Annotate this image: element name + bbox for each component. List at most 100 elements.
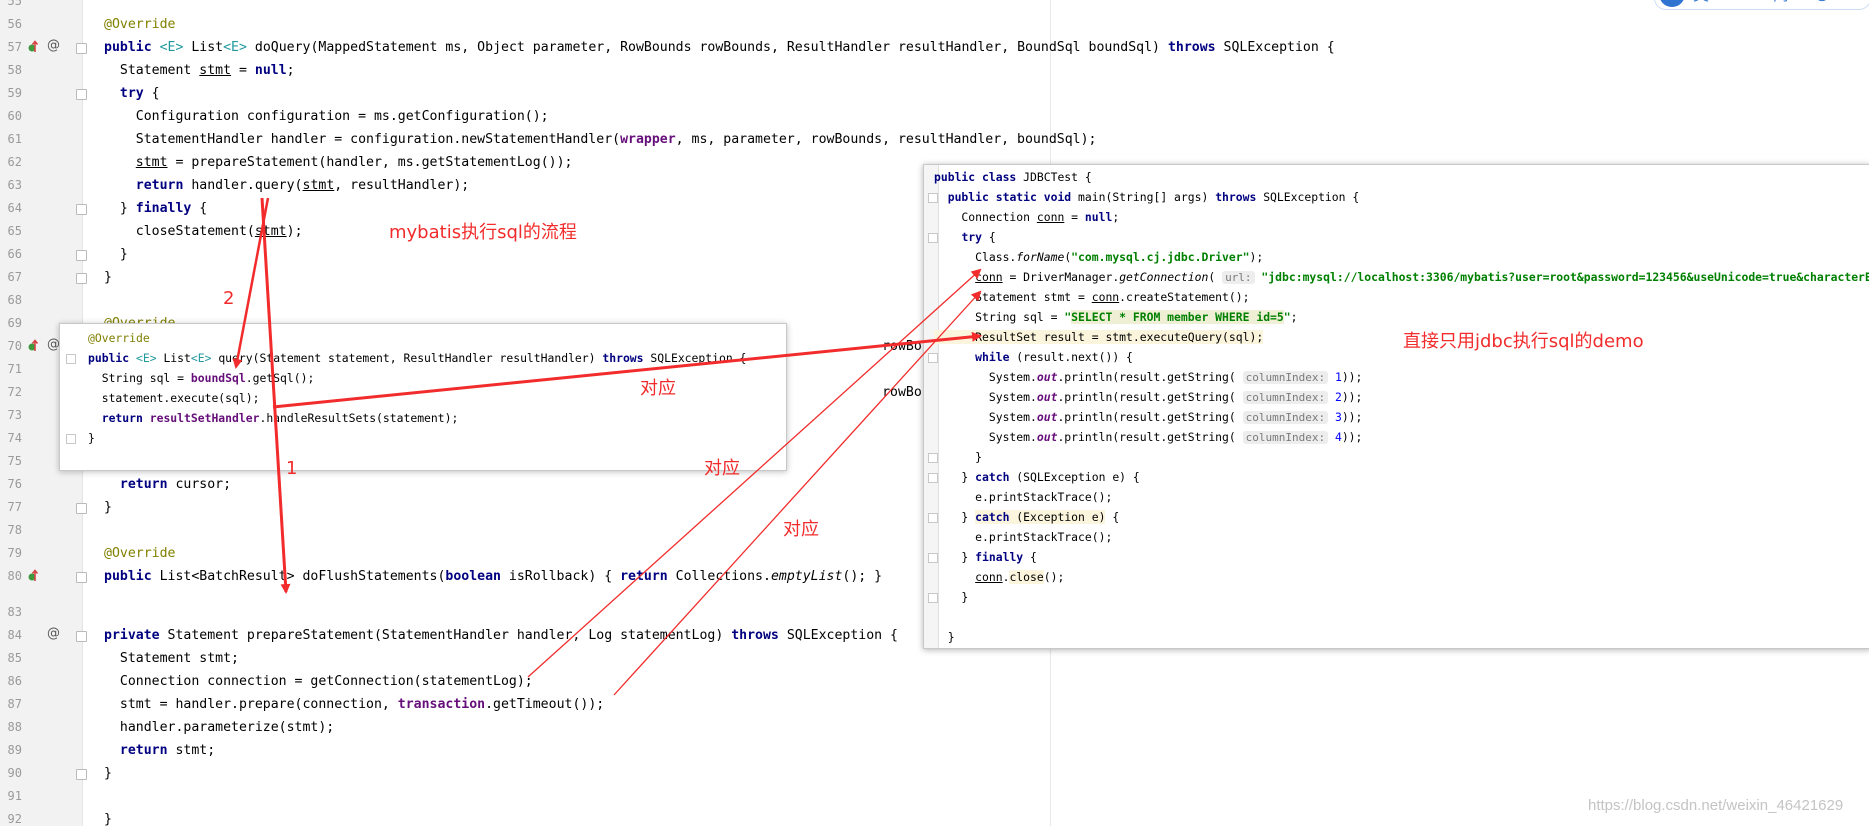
code-token: Statement: [104, 63, 200, 78]
code-line[interactable]: 88 handler.parameterize(stmt);: [0, 716, 1869, 739]
code-line[interactable]: 90}: [0, 762, 1869, 785]
input-method-logo-icon: [1659, 0, 1685, 7]
fold-marker-icon[interactable]: [76, 89, 87, 100]
code-line[interactable]: 60 Configuration configuration = ms.getC…: [0, 105, 1869, 128]
code-text: try {: [934, 227, 995, 247]
code-token: SQLException {: [643, 351, 747, 365]
jdbc-code-line: e.printStackTrace();: [924, 527, 1869, 547]
fold-marker-icon[interactable]: [76, 273, 87, 284]
code-token: columnIndex:: [1242, 371, 1329, 384]
annotation-correspond-3: 对应: [783, 519, 819, 540]
code-token: }: [934, 590, 969, 604]
code-line[interactable]: 61 StatementHandler handler = configurat…: [0, 128, 1869, 151]
code-token: );: [1249, 250, 1264, 264]
code-token: ));: [1341, 390, 1363, 404]
line-number: 87: [7, 697, 22, 711]
override-marker-icon[interactable]: [28, 339, 39, 352]
code-token: }: [104, 247, 128, 262]
fold-marker-icon[interactable]: [76, 43, 87, 54]
fold-marker-icon[interactable]: [76, 769, 87, 780]
code-text: Statement stmt;: [104, 647, 239, 670]
line-number: 60: [7, 109, 22, 123]
code-token: url:: [1222, 271, 1255, 284]
code-token: , resultHandler);: [334, 178, 470, 193]
code-text: statement.execute(sql);: [88, 388, 260, 408]
line-number: 71: [7, 362, 22, 376]
code-token: =: [231, 63, 255, 78]
code-token: conn: [975, 570, 1003, 584]
code-token: ": [1283, 310, 1291, 324]
code-token: getConnection: [1119, 270, 1209, 284]
code-line[interactable]: 86 Connection connection = getConnection…: [0, 670, 1869, 693]
fold-marker-icon[interactable]: [76, 250, 87, 261]
line-number: 86: [7, 674, 22, 688]
line-number: 58: [7, 63, 22, 77]
code-text: Connection conn = null;: [934, 207, 1119, 227]
code-line[interactable]: 56 @Override: [0, 13, 1869, 36]
code-token: }: [934, 470, 976, 484]
code-token: emptyList: [770, 569, 843, 584]
annotation-marker-icon[interactable]: @: [47, 626, 60, 641]
code-token: cursor;: [167, 477, 232, 492]
code-text: while (result.next()) {: [934, 347, 1133, 367]
line-number: 73: [7, 408, 22, 422]
jdbc-code-line: String sql = "SELECT * FROM member WHERE…: [924, 307, 1869, 327]
code-text: closeStatement(stmt);: [104, 220, 303, 243]
code-text: @Override: [88, 328, 150, 348]
code-token: (result.next()) {: [1009, 350, 1133, 364]
jdbc-code-line: [924, 607, 1869, 627]
annotation-marker-icon[interactable]: @: [47, 38, 60, 53]
jdbc-code-line: } finally {: [924, 547, 1869, 567]
jdbc-code-line: ResultSet result = stmt.executeQuery(sql…: [924, 327, 1869, 347]
jdbc-code-line: System.out.println(result.getString( col…: [924, 367, 1869, 387]
line-number: 91: [7, 789, 22, 803]
override-marker-icon[interactable]: [28, 569, 39, 582]
code-line[interactable]: 89 return stmt;: [0, 739, 1869, 762]
code-line[interactable]: 55: [0, 0, 1869, 13]
code-token: .createStatement();: [1119, 290, 1250, 304]
code-line[interactable]: 85 Statement stmt;: [0, 647, 1869, 670]
code-text: conn.close();: [934, 567, 1064, 587]
code-line[interactable]: 57 @ public <E> List<E> doQuery(MappedStat…: [0, 36, 1869, 59]
code-token: SELECT * FROM member WHERE id=5: [1071, 310, 1284, 324]
code-text: try {: [104, 82, 160, 105]
code-line[interactable]: 58 Statement stmt = null;: [0, 59, 1869, 82]
code-token: }: [104, 766, 112, 781]
code-token: StatementHandler handler = configuration…: [104, 132, 621, 147]
code-token: Class.: [934, 250, 1017, 264]
popup-code-line: String sql = boundSql.getSql();: [60, 368, 786, 388]
code-text: }: [104, 243, 128, 266]
code-text: private Statement prepareStatement(State…: [104, 624, 898, 647]
code-token: 1: [1334, 370, 1342, 384]
code-text: Configuration configuration = ms.getConf…: [104, 105, 549, 128]
code-token: handler.query(: [183, 178, 303, 193]
code-text: }: [104, 762, 112, 785]
code-line[interactable]: 87 stmt = handler.prepare(connection, tr…: [0, 693, 1869, 716]
code-token: catch: [975, 510, 1010, 524]
fold-marker-icon[interactable]: [76, 204, 87, 215]
override-marker-icon[interactable]: [28, 40, 39, 53]
line-number: 61: [7, 132, 22, 146]
line-number: 74: [7, 431, 22, 445]
jdbc-code-line: } catch (Exception e) {: [924, 507, 1869, 527]
fold-marker-icon[interactable]: [76, 503, 87, 514]
line-number: 80: [7, 569, 22, 583]
code-token: {: [191, 201, 208, 216]
jdbc-demo-panel: public class JDBCTest { public static vo…: [923, 164, 1869, 649]
code-token: }: [104, 201, 136, 216]
fold-marker-icon[interactable]: [76, 631, 87, 642]
input-method-toolbar[interactable]: 英 ✓ 简 ☺ 皮: [1654, 0, 1869, 10]
fold-marker-icon[interactable]: [76, 572, 87, 583]
code-token: = prepareStatement(handler, ms.getStatem…: [167, 155, 573, 170]
code-token: out: [1036, 430, 1058, 444]
annotation-correspond-2: 对应: [704, 458, 740, 479]
code-line[interactable]: 59 try {: [0, 82, 1869, 105]
code-token: Statement stmt =: [934, 290, 1092, 304]
code-token: query(Statement statement, ResultHandler…: [211, 351, 603, 365]
